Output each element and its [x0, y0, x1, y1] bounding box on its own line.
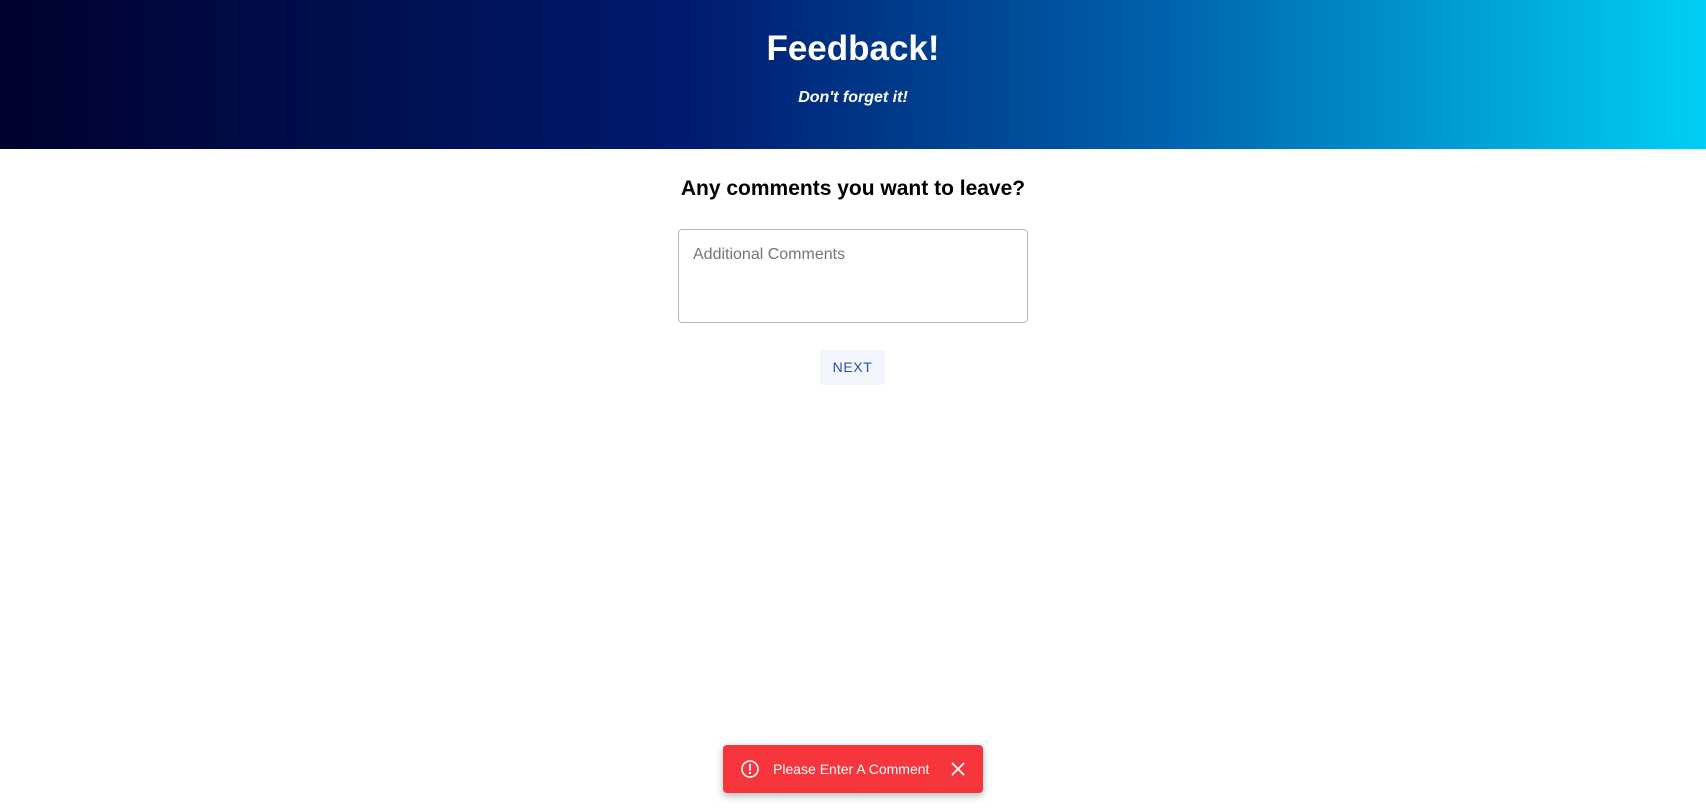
error-toast: Please Enter A Comment	[723, 745, 983, 793]
toast-message: Please Enter A Comment	[773, 761, 930, 777]
additional-comments-field[interactable]	[678, 229, 1028, 323]
header-banner: Feedback! Don't forget it!	[0, 0, 1706, 149]
close-icon[interactable]	[946, 757, 970, 781]
error-outline-icon	[740, 759, 760, 779]
page-subtitle: Don't forget it!	[798, 89, 908, 106]
feedback-page: Feedback! Don't forget it! Any comments …	[0, 0, 1706, 808]
next-button[interactable]: NEXT	[820, 350, 885, 385]
question-heading: Any comments you want to leave?	[680, 177, 1026, 200]
page-title: Feedback!	[766, 29, 940, 68]
